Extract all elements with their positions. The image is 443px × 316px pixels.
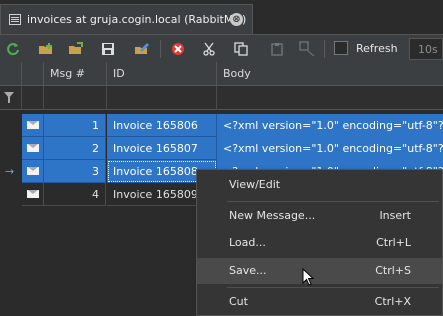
msg-body: <?xml version="1.0" encoding="utf-8"?> — [217, 114, 443, 137]
message-icon-cell — [22, 137, 44, 160]
row-indicator: → — [0, 160, 21, 183]
tab-invoices[interactable]: invoices at gruja.cogin.local (RabbitMQ)… — [0, 4, 253, 34]
envelope-icon — [26, 190, 39, 198]
refresh-interval-input[interactable]: 10s — [409, 38, 443, 60]
msg-number: 1 — [44, 114, 106, 137]
message-icon-cell — [22, 114, 44, 137]
toolbar-separator — [160, 40, 161, 58]
msg-body: <?xml version="1.0" encoding="utf-8"?> — [217, 137, 443, 160]
cut-icon[interactable] — [200, 40, 218, 58]
header-indicator-cell — [0, 62, 22, 86]
column-header-msg[interactable]: Msg # — [44, 62, 107, 86]
refresh-label: Refresh — [356, 42, 398, 55]
queue-icon — [9, 14, 21, 25]
message-icon-cell — [22, 160, 44, 183]
menu-item-shortcut: Insert — [379, 209, 411, 222]
grid-header: Msg # ID Body — [0, 62, 443, 86]
delete-icon[interactable] — [169, 40, 187, 58]
toolbar-separator — [324, 40, 325, 58]
menu-item-shortcut: Ctrl+L — [376, 236, 411, 249]
envelope-icon — [26, 121, 39, 129]
refresh-icon[interactable] — [4, 40, 22, 58]
msg-id: Invoice 165807 — [107, 137, 217, 160]
table-row[interactable]: 1 Invoice 165806 <?xml version="1.0" enc… — [0, 114, 443, 137]
refresh-checkbox[interactable] — [334, 41, 348, 55]
filter-cell-body[interactable] — [217, 86, 443, 110]
current-row-arrow-icon: → — [5, 165, 15, 178]
toolbar: Refresh 10s — [0, 34, 443, 62]
msg-number: 3 — [44, 160, 106, 183]
menu-item-cut[interactable]: Cut Ctrl+X — [197, 289, 442, 315]
save-icon[interactable] — [99, 40, 117, 58]
copy-icon[interactable] — [232, 40, 250, 58]
table-row[interactable]: 2 Invoice 165807 <?xml version="1.0" enc… — [0, 137, 443, 160]
menu-separator — [227, 287, 439, 288]
column-header-id[interactable]: ID — [107, 62, 217, 86]
filter-row — [0, 86, 443, 110]
column-header-body[interactable]: Body — [217, 62, 443, 86]
msg-number: 2 — [44, 137, 106, 160]
menu-separator — [227, 201, 439, 202]
tab-title: invoices at gruja.cogin.local (RabbitMQ) — [27, 13, 247, 26]
msg-number: 4 — [44, 183, 106, 206]
message-icon-cell — [22, 183, 44, 206]
filter-cell-id[interactable] — [107, 86, 217, 110]
new-folder-icon[interactable] — [37, 40, 55, 58]
menu-item-label: Cut — [229, 295, 248, 308]
paste-icon[interactable] — [268, 40, 286, 58]
filter-cell[interactable] — [22, 86, 44, 110]
filter-icon[interactable] — [4, 92, 14, 103]
edit-icon[interactable] — [133, 40, 151, 58]
menu-item-view-edit[interactable]: View/Edit — [197, 172, 442, 198]
menu-item-save[interactable]: Save... Ctrl+S — [197, 258, 442, 284]
menu-item-new-message[interactable]: New Message... Insert — [197, 203, 442, 229]
menu-item-label: New Message... — [229, 209, 316, 222]
close-icon[interactable]: ⊗ — [230, 13, 243, 26]
row-indicator — [0, 183, 21, 206]
envelope-icon — [26, 167, 39, 175]
tab-bar: invoices at gruja.cogin.local (RabbitMQ)… — [0, 0, 443, 34]
envelope-icon — [26, 144, 39, 152]
filter-icon-cell[interactable] — [0, 86, 22, 110]
header-icon-cell — [22, 62, 44, 86]
menu-item-label: Save... — [229, 264, 267, 277]
row-indicator — [0, 114, 21, 137]
menu-item-label: View/Edit — [229, 178, 281, 191]
context-menu: View/Edit New Message... Insert Load... … — [196, 169, 443, 316]
open-folder-icon[interactable] — [67, 40, 85, 58]
multiply-icon[interactable] — [298, 40, 316, 58]
menu-item-load[interactable]: Load... Ctrl+L — [197, 230, 442, 256]
msg-id: Invoice 165806 — [107, 114, 217, 137]
row-indicator — [0, 137, 21, 160]
menu-item-shortcut: Ctrl+X — [374, 295, 411, 308]
filter-cell-msg[interactable] — [44, 86, 107, 110]
menu-item-shortcut: Ctrl+S — [375, 264, 411, 277]
menu-item-label: Load... — [229, 236, 266, 249]
